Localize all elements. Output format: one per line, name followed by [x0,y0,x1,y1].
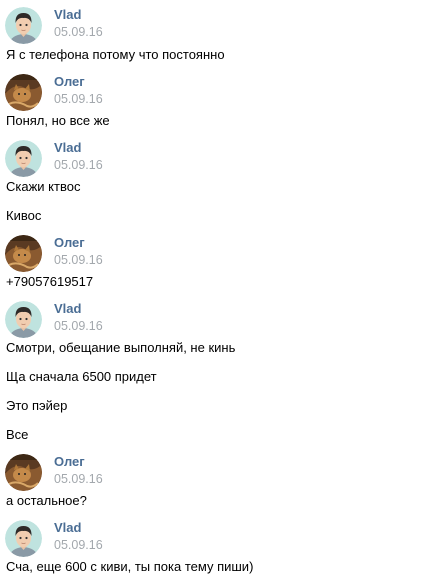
message-text: Скажи ктвос [6,179,81,194]
message-header-oleg: Олег 05.09.16 [0,235,436,275]
message-text: Сча, еще 600 с киви, ты пока тему пиши) [6,559,254,574]
message-text: Я с телефона потому что постоянно [6,47,225,62]
cat-photo-avatar-icon[interactable] [5,235,42,272]
message-date[interactable]: 05.09.16 [54,91,103,107]
author-name[interactable]: Олег [54,454,85,470]
message-text: Это пэйер [6,398,68,413]
message-date[interactable]: 05.09.16 [54,252,103,268]
message-text: Все [6,427,29,442]
message-header-vlad: Vlad 05.09.16 [0,140,436,180]
author-name[interactable]: Vlad [54,520,81,536]
cat-photo-avatar-icon[interactable] [5,74,42,111]
message-text: Смотри, обещание выполняй, не кинь [6,340,236,355]
author-name[interactable]: Vlad [54,301,81,317]
message-text: Кивос [6,208,42,223]
author-name[interactable]: Vlad [54,7,81,23]
message-date[interactable]: 05.09.16 [54,318,103,334]
message-date[interactable]: 05.09.16 [54,471,103,487]
message-header-oleg: Олег 05.09.16 [0,74,436,114]
message-header-vlad: Vlad 05.09.16 [0,7,436,47]
author-name[interactable]: Vlad [54,140,81,156]
message-header-oleg: Олег 05.09.16 [0,454,436,494]
cartoon-man-avatar-icon[interactable] [5,140,42,177]
message-date[interactable]: 05.09.16 [54,537,103,553]
author-name[interactable]: Олег [54,74,85,90]
message-header-vlad: Vlad 05.09.16 [0,520,436,560]
message-date[interactable]: 05.09.16 [54,24,103,40]
message-header-vlad: Vlad 05.09.16 [0,301,436,341]
message-text: Понял, но все же [6,113,110,128]
message-text: +79057619517 [6,274,94,289]
message-text: Ща сначала 6500 придет [6,369,157,384]
message-date[interactable]: 05.09.16 [54,157,103,173]
cartoon-man-avatar-icon[interactable] [5,301,42,338]
cartoon-man-avatar-icon[interactable] [5,7,42,44]
cat-photo-avatar-icon[interactable] [5,454,42,491]
cartoon-man-avatar-icon[interactable] [5,520,42,557]
author-name[interactable]: Олег [54,235,85,251]
message-text: а остальное? [6,493,87,508]
